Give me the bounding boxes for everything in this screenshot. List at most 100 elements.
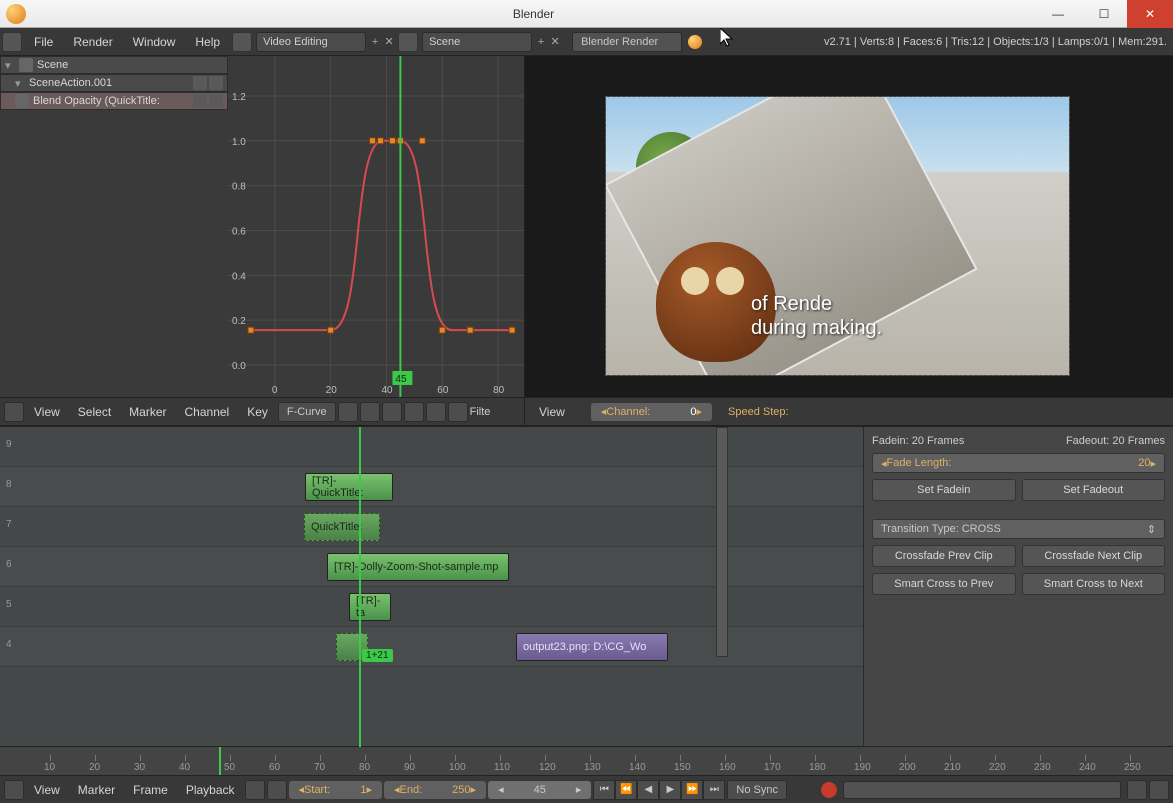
add-layout-button[interactable]: +: [368, 36, 382, 48]
render-engine-dropdown[interactable]: Blender Render: [572, 32, 682, 52]
menu-help[interactable]: Help: [185, 35, 230, 49]
smart-cross-prev-button[interactable]: Smart Cross to Prev: [872, 573, 1016, 595]
lock-icon[interactable]: [209, 76, 223, 90]
strip-dolly-zoom[interactable]: [TR]-Dolly-Zoom-Shot-sample.mp: [327, 553, 509, 581]
eye-icon[interactable]: [15, 94, 29, 108]
minimize-button[interactable]: —: [1035, 0, 1081, 28]
sequencer-timeline[interactable]: 9 8 7 6 5 4 [TR]-QuickTitle: QuickTitle:…: [0, 427, 1173, 775]
jump-start-button[interactable]: ⏮: [593, 780, 615, 800]
filter-label: Filte: [470, 406, 491, 418]
delete-layout-button[interactable]: ✕: [382, 35, 396, 48]
current-frame-field[interactable]: ◂ 45 ▸: [488, 781, 591, 799]
ghost-icon[interactable]: [360, 402, 380, 422]
svg-text:0.2: 0.2: [232, 316, 246, 327]
mute-icon[interactable]: [193, 76, 207, 90]
scene-dropdown[interactable]: Scene: [422, 32, 532, 52]
playhead[interactable]: [219, 747, 221, 775]
lock-icon[interactable]: [209, 94, 223, 108]
insert-keyframe-icon[interactable]: [1127, 780, 1147, 800]
end-frame-field[interactable]: ◂ End: 250 ▸: [384, 781, 486, 799]
graph-editor: ▾Scene ▾SceneAction.001 Blend Opacity (Q…: [0, 56, 525, 426]
menu-playback[interactable]: Playback: [178, 783, 243, 797]
sequencer-preview: of Rende during making. View ◂ Channel:0…: [525, 56, 1173, 426]
blender-logo-icon: [688, 35, 702, 49]
vse-properties-panel: Fadein: 20 Frames Fadeout: 20 Frames ◂ F…: [863, 427, 1173, 747]
overlay-text: of Rende during making.: [751, 292, 882, 340]
start-frame-field[interactable]: ◂ Start: 1 ▸: [289, 781, 382, 799]
window-titlebar: Blender — ☐ ✕: [0, 0, 1173, 28]
eye-icon[interactable]: [19, 58, 33, 72]
crossfade-next-button[interactable]: Crossfade Next Clip: [1022, 545, 1166, 567]
play-button[interactable]: ▶: [659, 780, 681, 800]
strip-tr-quicktitle[interactable]: [TR]-QuickTitle:: [305, 473, 393, 501]
info-editor-icon[interactable]: [2, 32, 22, 52]
menu-marker[interactable]: Marker: [121, 405, 174, 419]
range-icon[interactable]: [245, 780, 265, 800]
preview-canvas[interactable]: of Rende during making.: [605, 96, 1070, 376]
layout-browse-icon[interactable]: [232, 32, 252, 52]
menu-render[interactable]: Render: [63, 35, 122, 49]
pivot-icon[interactable]: [426, 402, 446, 422]
fadeout-info: Fadeout: 20 Frames: [1022, 435, 1166, 447]
play-reverse-button[interactable]: ◀: [637, 780, 659, 800]
lock-icon[interactable]: [267, 780, 287, 800]
menu-select[interactable]: Select: [70, 405, 119, 419]
set-fadein-button[interactable]: Set Fadein: [872, 479, 1016, 501]
menu-channel[interactable]: Channel: [177, 405, 238, 419]
strip-quicktitle[interactable]: QuickTitle:: [304, 513, 380, 541]
menu-marker[interactable]: Marker: [70, 783, 123, 797]
transition-type-dropdown[interactable]: Transition Type: CROSS⇕: [872, 519, 1165, 539]
menu-frame[interactable]: Frame: [125, 783, 176, 797]
keying-set-field[interactable]: [843, 781, 1121, 799]
strip-tr-ta[interactable]: [TR]-ta: [349, 593, 391, 621]
graph-editor-icon[interactable]: [4, 402, 24, 422]
menu-view[interactable]: View: [26, 405, 68, 419]
menu-key[interactable]: Key: [239, 405, 276, 419]
set-fadeout-button[interactable]: Set Fadeout: [1022, 479, 1166, 501]
filter-icon[interactable]: [448, 402, 468, 422]
jump-end-button[interactable]: ⏭: [703, 780, 725, 800]
scene-stats: v2.71 | Verts:8 | Faces:6 | Tris:12 | Ob…: [824, 36, 1173, 48]
svg-text:20: 20: [326, 385, 338, 396]
menu-window[interactable]: Window: [123, 35, 186, 49]
menu-file[interactable]: File: [24, 35, 63, 49]
menu-view[interactable]: View: [26, 783, 68, 797]
channel-scene[interactable]: ▾Scene: [0, 56, 228, 74]
playhead[interactable]: [359, 427, 361, 747]
graph-editor-header: View Select Marker Channel Key F-Curve F…: [0, 397, 524, 425]
screen-layout-dropdown[interactable]: Video Editing: [256, 32, 366, 52]
strip-output23[interactable]: output23.png: D:\CG_Wo: [516, 633, 668, 661]
info-header: File Render Window Help Video Editing + …: [0, 28, 1173, 56]
end-region: [716, 427, 728, 657]
keyframe-prev-button[interactable]: ⏪: [615, 780, 637, 800]
keyframe-next-button[interactable]: ⏩: [681, 780, 703, 800]
menu-view[interactable]: View: [531, 405, 573, 419]
timeline-editor-icon[interactable]: [4, 780, 24, 800]
auto-keyframe-button[interactable]: [821, 782, 837, 798]
normalize-icon[interactable]: [382, 402, 402, 422]
cursor-icon[interactable]: [338, 402, 358, 422]
graph-canvas[interactable]: 1.21.0 0.80.6 0.40.2 0.0 020 4060 80 45: [228, 56, 524, 397]
channel-action[interactable]: ▾SceneAction.001: [0, 74, 228, 92]
fadein-info: Fadein: 20 Frames: [872, 435, 1016, 447]
maximize-button[interactable]: ☐: [1081, 0, 1127, 28]
fcurve-channel-list[interactable]: ▾Scene ▾SceneAction.001 Blend Opacity (Q…: [0, 56, 228, 110]
channel-blend-opacity[interactable]: Blend Opacity (QuickTitle:: [0, 92, 228, 110]
svg-text:0.8: 0.8: [232, 182, 246, 193]
svg-text:60: 60: [437, 385, 449, 396]
timeline-ruler[interactable]: 1020304050607080901001101201301401501601…: [0, 747, 1173, 775]
delete-keyframe-icon[interactable]: [1149, 780, 1169, 800]
svg-text:1.0: 1.0: [232, 137, 246, 148]
snap-icon[interactable]: [404, 402, 424, 422]
channel-field[interactable]: ◂ Channel:0 ▸: [591, 403, 712, 421]
delete-scene-button[interactable]: ✕: [548, 35, 562, 48]
sync-mode-dropdown[interactable]: No Sync: [727, 780, 787, 800]
scene-browse-icon[interactable]: [398, 32, 418, 52]
mute-icon[interactable]: [193, 94, 207, 108]
graph-mode-dropdown[interactable]: F-Curve: [278, 402, 336, 422]
smart-cross-next-button[interactable]: Smart Cross to Next: [1022, 573, 1166, 595]
close-button[interactable]: ✕: [1127, 0, 1173, 28]
crossfade-prev-button[interactable]: Crossfade Prev Clip: [872, 545, 1016, 567]
add-scene-button[interactable]: +: [534, 36, 548, 48]
fade-length-field[interactable]: ◂ Fade Length:20 ▸: [872, 453, 1165, 473]
